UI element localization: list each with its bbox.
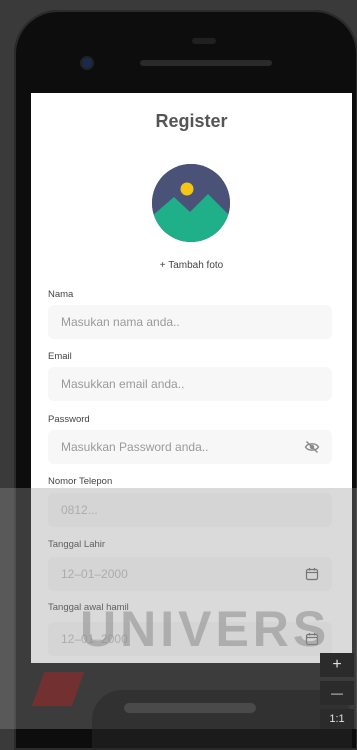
calendar-icon[interactable] <box>304 631 320 647</box>
watermark-logo-shape <box>92 690 352 750</box>
name-field-placeholder: Masukan nama anda.. <box>61 315 180 329</box>
phone-field-placeholder: 0812... <box>61 503 98 517</box>
device-notch <box>192 38 216 44</box>
eye-off-icon[interactable] <box>304 439 320 455</box>
add-photo-link[interactable]: + Tambah foto <box>31 260 352 271</box>
email-label: Email <box>48 351 72 362</box>
password-label: Password <box>48 414 90 425</box>
email-field[interactable]: Masukkan email anda.. <box>48 367 332 401</box>
zoom-in-button[interactable]: + <box>320 653 354 677</box>
name-field[interactable]: Masukan nama anda.. <box>48 305 332 339</box>
birth-date-label: Tanggal Lahir <box>48 539 106 550</box>
front-camera <box>82 58 92 68</box>
birth-date-value: 12–01–2000 <box>61 567 128 581</box>
password-field-placeholder: Masukkan Password anda.. <box>61 440 209 454</box>
page-title: Register <box>155 111 228 131</box>
zoom-reset-button[interactable]: 1:1 <box>320 709 354 729</box>
email-field-placeholder: Masukkan email anda.. <box>61 377 185 391</box>
pregnancy-start-label: Tanggal awal hamil <box>48 602 129 613</box>
device-home-bar <box>124 703 256 713</box>
profile-photo-avatar[interactable] <box>152 164 230 242</box>
register-screen: Register + Tambah foto Nama Masukan nama… <box>31 93 352 663</box>
image-placeholder-icon <box>152 164 230 242</box>
phone-label: Nomor Telepon <box>48 476 113 487</box>
password-field[interactable]: Masukkan Password anda.. <box>48 430 332 464</box>
calendar-icon[interactable] <box>304 566 320 582</box>
pregnancy-start-value: 12–01–2000 <box>61 632 128 646</box>
zoom-out-button[interactable]: — <box>320 681 354 705</box>
earpiece-speaker <box>140 60 272 66</box>
name-label: Nama <box>48 289 74 300</box>
pregnancy-start-field[interactable]: 12–01–2000 <box>48 622 332 656</box>
birth-date-field[interactable]: 12–01–2000 <box>48 557 332 591</box>
phone-field[interactable]: 0812... <box>48 493 332 527</box>
